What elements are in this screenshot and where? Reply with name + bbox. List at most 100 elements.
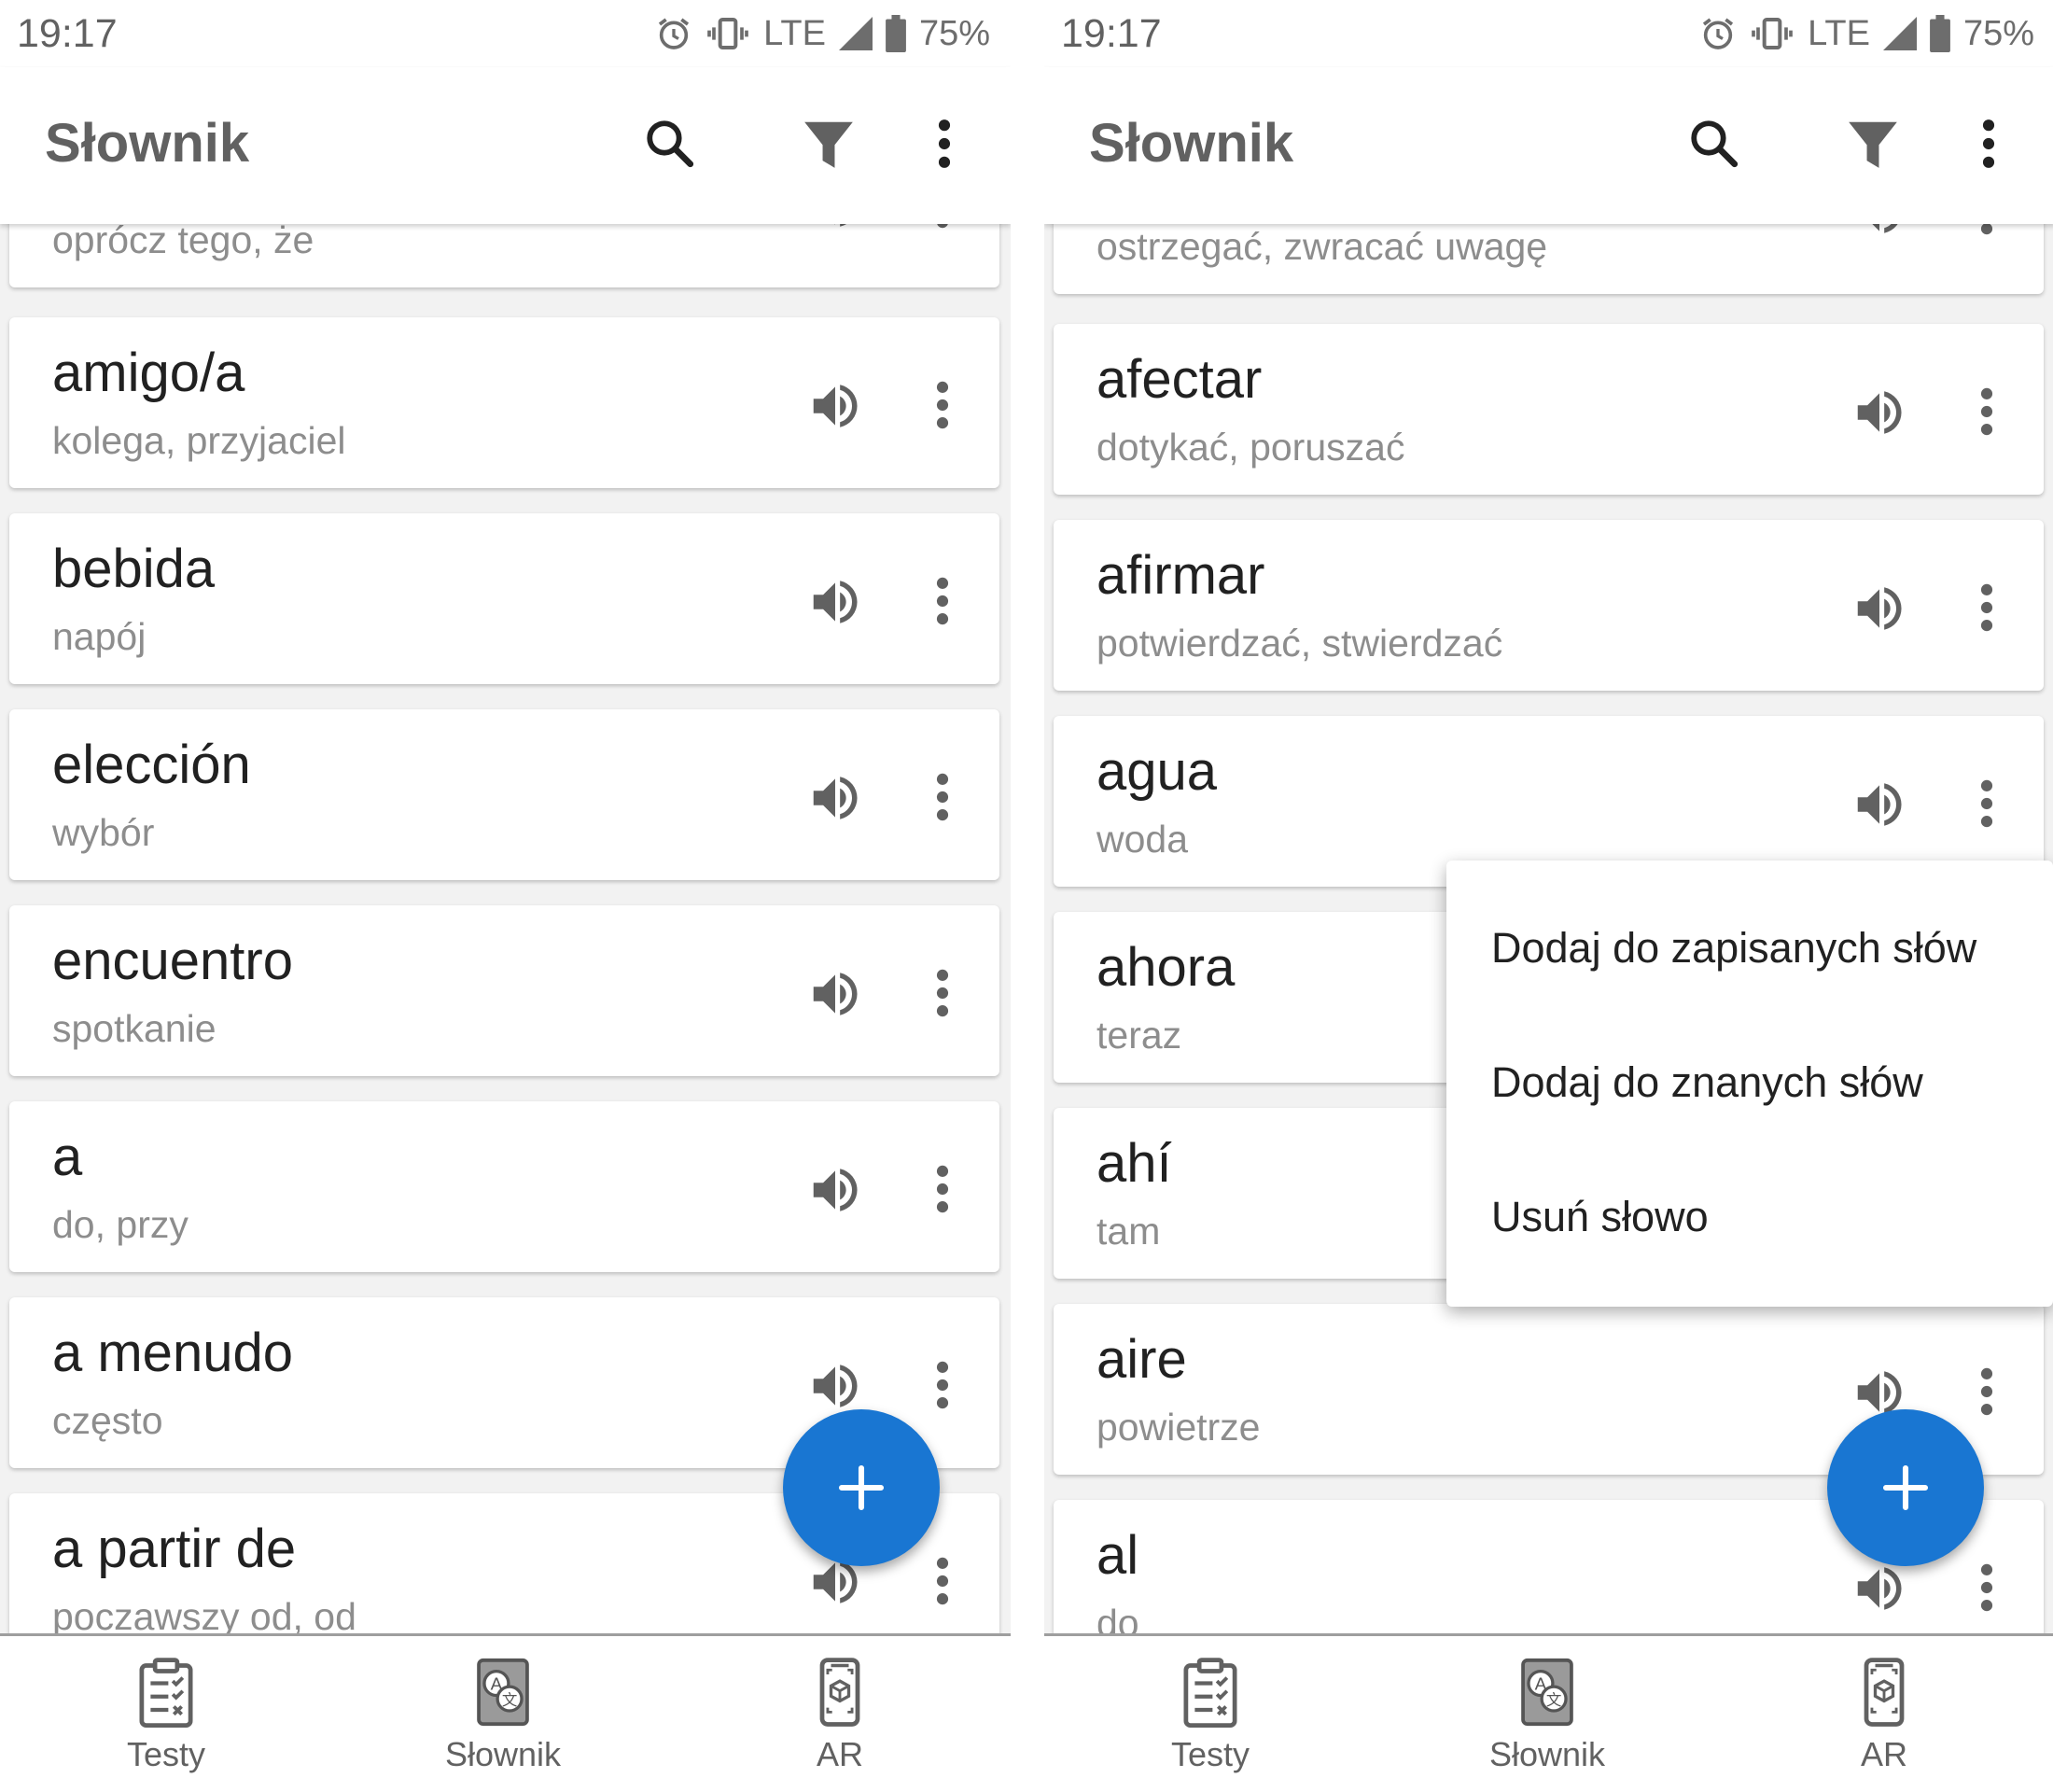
- word-text: a partir de: [52, 1519, 297, 1579]
- speaker-icon[interactable]: [803, 1157, 868, 1223]
- translation-text: tam: [1096, 1210, 1161, 1253]
- word-card[interactable]: a do, przy: [9, 1101, 999, 1272]
- filter-icon[interactable]: [1836, 106, 1910, 181]
- filter-icon[interactable]: [791, 106, 866, 181]
- translation-text: wybór: [52, 811, 155, 854]
- speaker-icon[interactable]: [1847, 380, 1912, 445]
- word-card[interactable]: elección wybór: [9, 709, 999, 880]
- word-card[interactable]: oprócz tego, że: [9, 224, 999, 287]
- more-vert-icon[interactable]: [1951, 106, 2026, 181]
- word-text: elección: [52, 735, 251, 795]
- speaker-icon[interactable]: [1847, 224, 1912, 245]
- speaker-icon[interactable]: [803, 961, 868, 1027]
- translation-text: często: [52, 1399, 163, 1442]
- nav-item-testy[interactable]: Testy: [63, 1657, 269, 1774]
- translation-text: poczawszy od, od: [52, 1595, 356, 1633]
- signal-icon: [838, 15, 873, 52]
- more-vert-icon[interactable]: [1963, 1548, 2010, 1627]
- nav-item-ar[interactable]: AR: [737, 1657, 943, 1774]
- nav-item-testy[interactable]: Testy: [1108, 1657, 1313, 1774]
- word-context-menu: Dodaj do zapisanych słów Dodaj do znanyc…: [1446, 861, 2053, 1307]
- translation-text: do: [1096, 1602, 1139, 1633]
- translation-text: dotykać, poruszać: [1096, 426, 1405, 469]
- translation-text: do, przy: [52, 1203, 189, 1246]
- translation-text: spotkanie: [52, 1007, 216, 1050]
- translation-text: woda: [1096, 818, 1189, 861]
- nav-label: AR: [816, 1735, 863, 1773]
- vibrate-icon: [1750, 15, 1795, 52]
- nav-label: Testy: [1170, 1735, 1250, 1773]
- bottom-navigation: Testy A文 Słownik AR: [1044, 1633, 2053, 1792]
- speaker-icon[interactable]: [803, 373, 868, 439]
- word-text: afectar: [1096, 349, 1263, 410]
- speaker-icon[interactable]: [1847, 576, 1912, 641]
- nav-item-ar[interactable]: AR: [1781, 1657, 1987, 1774]
- translation-text: napój: [52, 615, 147, 658]
- more-vert-icon[interactable]: [1963, 568, 2010, 647]
- nav-item-slownik[interactable]: A文 Słownik: [400, 1657, 606, 1774]
- word-card[interactable]: encuentro spotkanie: [9, 905, 999, 1076]
- translation-text: oprócz tego, że: [52, 224, 314, 261]
- menu-item-add-known[interactable]: Dodaj do znanych słów: [1491, 1058, 1923, 1107]
- more-vert-icon[interactable]: [919, 954, 966, 1032]
- clipboard-test-icon: [139, 1658, 193, 1728]
- word-card[interactable]: afirmar potwierdzać, stwierdzać: [1054, 520, 2044, 691]
- nav-label: Testy: [126, 1735, 206, 1773]
- word-text: ahí: [1096, 1133, 1172, 1194]
- add-word-button[interactable]: [783, 1409, 940, 1566]
- page-title: Słownik: [45, 113, 250, 174]
- nav-item-slownik[interactable]: A文 Słownik: [1445, 1657, 1650, 1774]
- word-text: agua: [1096, 741, 1218, 802]
- svg-text:文: 文: [1546, 1691, 1562, 1709]
- more-vert-icon[interactable]: [1963, 764, 2010, 843]
- more-vert-icon[interactable]: [919, 366, 966, 444]
- menu-item-delete-word[interactable]: Usuń słowo: [1491, 1193, 1709, 1241]
- add-word-button[interactable]: [1827, 1409, 1984, 1566]
- translation-text: powietrze: [1096, 1406, 1261, 1449]
- word-card[interactable]: amigo/a kolega, przyjaciel: [9, 317, 999, 488]
- menu-item-add-saved[interactable]: Dodaj do zapisanych słów: [1491, 924, 1976, 973]
- svg-text:文: 文: [502, 1691, 518, 1709]
- word-card[interactable]: ostrzegać, zwracać uwagę: [1054, 224, 2044, 294]
- word-text: aire: [1096, 1329, 1187, 1390]
- more-vert-icon[interactable]: [1963, 372, 2010, 451]
- dictionary-book-icon: A文: [477, 1658, 529, 1727]
- more-vert-icon[interactable]: [919, 758, 966, 836]
- more-vert-icon[interactable]: [907, 106, 982, 181]
- nav-label: Słownik: [444, 1735, 562, 1773]
- more-vert-icon[interactable]: [919, 562, 966, 640]
- clipboard-test-icon: [1183, 1658, 1237, 1728]
- word-card[interactable]: bebida napój: [9, 513, 999, 684]
- network-type: LTE: [1808, 13, 1870, 53]
- more-vert-icon[interactable]: [1963, 224, 2010, 250]
- word-text: bebida: [52, 539, 216, 599]
- status-time: 19:17: [17, 11, 118, 56]
- word-text: ahora: [1096, 937, 1236, 998]
- search-icon[interactable]: [1677, 106, 1752, 181]
- translation-text: potwierdzać, stwierdzać: [1096, 622, 1503, 665]
- more-vert-icon[interactable]: [919, 1346, 966, 1424]
- battery-level: 75%: [1962, 13, 2034, 53]
- plus-icon: [1882, 1464, 1929, 1511]
- word-text: a menudo: [52, 1323, 293, 1383]
- word-text: encuentro: [52, 931, 293, 991]
- signal-icon: [1882, 15, 1917, 52]
- alarm-icon: [655, 15, 692, 52]
- network-type: LTE: [763, 13, 826, 53]
- speaker-icon[interactable]: [803, 224, 868, 238]
- more-vert-icon[interactable]: [919, 224, 966, 244]
- more-vert-icon[interactable]: [919, 1150, 966, 1228]
- speaker-icon[interactable]: [803, 569, 868, 635]
- plus-icon: [838, 1464, 885, 1511]
- translation-text: kolega, przyjaciel: [52, 419, 346, 462]
- dictionary-book-icon: A文: [1521, 1658, 1573, 1727]
- search-icon[interactable]: [633, 106, 707, 181]
- more-vert-icon[interactable]: [919, 1542, 966, 1620]
- more-vert-icon[interactable]: [1963, 1352, 2010, 1431]
- battery-icon: [1930, 15, 1950, 52]
- speaker-icon[interactable]: [803, 765, 868, 831]
- speaker-icon[interactable]: [1847, 772, 1912, 837]
- alarm-icon: [1699, 15, 1737, 52]
- word-card[interactable]: afectar dotykać, poruszać: [1054, 324, 2044, 495]
- status-time: 19:17: [1061, 11, 1162, 56]
